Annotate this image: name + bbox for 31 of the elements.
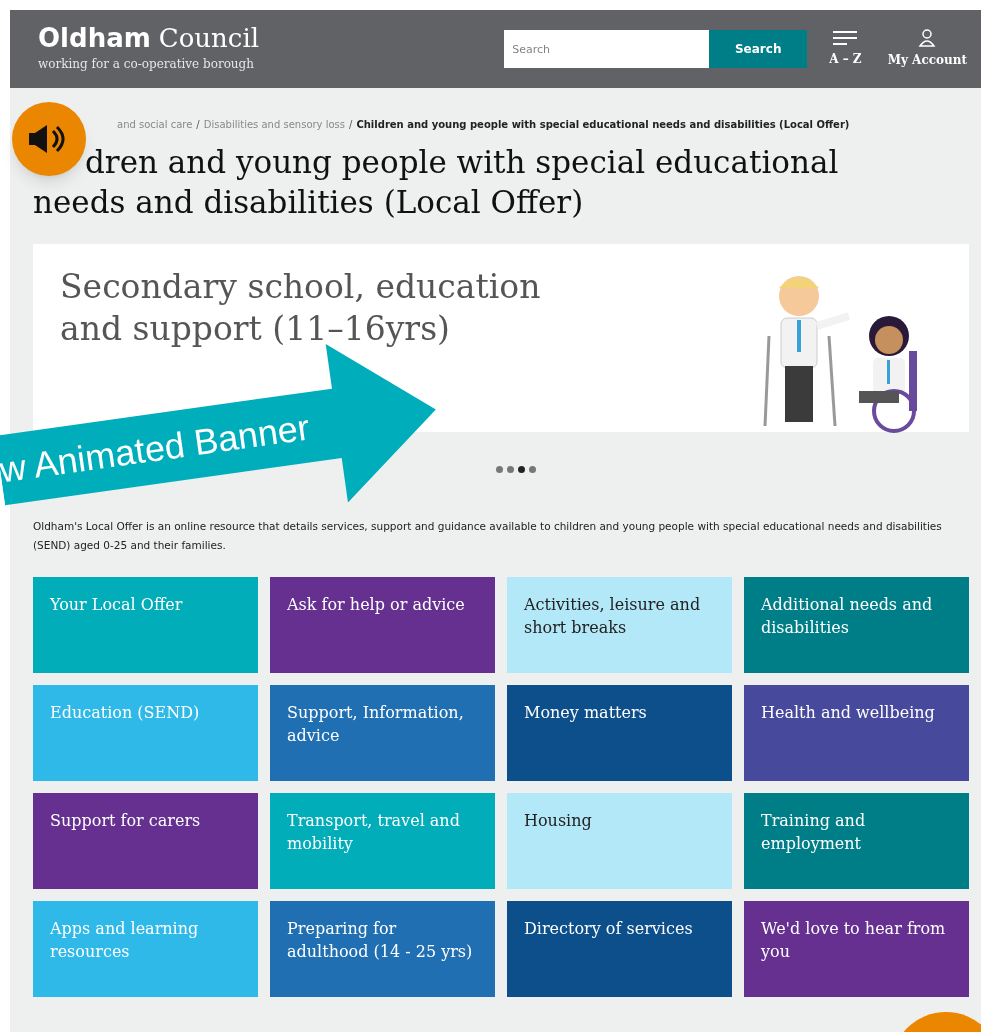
category-tile[interactable]: Training and employment [744, 793, 969, 889]
category-tile[interactable]: Ask for help or advice [270, 577, 495, 673]
search-button[interactable]: Search [709, 30, 808, 68]
a-z-menu-button[interactable]: A – Z [825, 30, 866, 68]
breadcrumb-link[interactable]: Disabilities and sensory loss [203, 116, 346, 132]
category-tile[interactable]: Health and wellbeing [744, 685, 969, 781]
category-tile[interactable]: Support for carers [33, 793, 258, 889]
category-tile[interactable]: Directory of services [507, 901, 732, 997]
category-tile[interactable]: Preparing for adulthood (14 - 25 yrs) [270, 901, 495, 997]
category-tile[interactable]: Housing [507, 793, 732, 889]
menu-icon [832, 30, 859, 46]
page-heading: dren and young people with special educational [85, 143, 839, 182]
category-tile[interactable]: Activities, leisure and short breaks [507, 577, 732, 673]
category-tile[interactable]: Money matters [507, 685, 732, 781]
breadcrumb-link[interactable]: and social care [117, 116, 193, 132]
person-icon [918, 29, 937, 47]
breadcrumb-separator: / [196, 117, 200, 132]
intro-paragraph: Oldham's Local Offer is an online resource that details services, support and guidance available to children and young people with special educational needs and disabilities (SEND) aged 0-25 and their families. [33, 519, 943, 553]
category-tile[interactable]: We'd love to hear from you [744, 901, 969, 997]
page-heading: needs and disabilities (Local Offer) [33, 183, 584, 222]
breadcrumb-current[interactable]: Children and young people with special educational needs and disabilities (Local Offer) [356, 116, 850, 132]
logo-tagline: working for a co-operative borough [38, 56, 255, 73]
account-button[interactable]: My Account [883, 29, 971, 69]
logo-title-bold: Oldham [38, 25, 151, 51]
banner-title: Secondary school, education and support (11–16yrs) [60, 266, 542, 350]
search-field[interactable]: Search [504, 30, 710, 68]
category-tile[interactable]: Support, Information, advice [270, 685, 495, 781]
breadcrumb-separator: / [349, 117, 353, 132]
logo-title: Council [158, 25, 259, 51]
category-tile[interactable]: Additional needs and disabilities [744, 577, 969, 673]
speaker-button[interactable] [12, 102, 86, 176]
